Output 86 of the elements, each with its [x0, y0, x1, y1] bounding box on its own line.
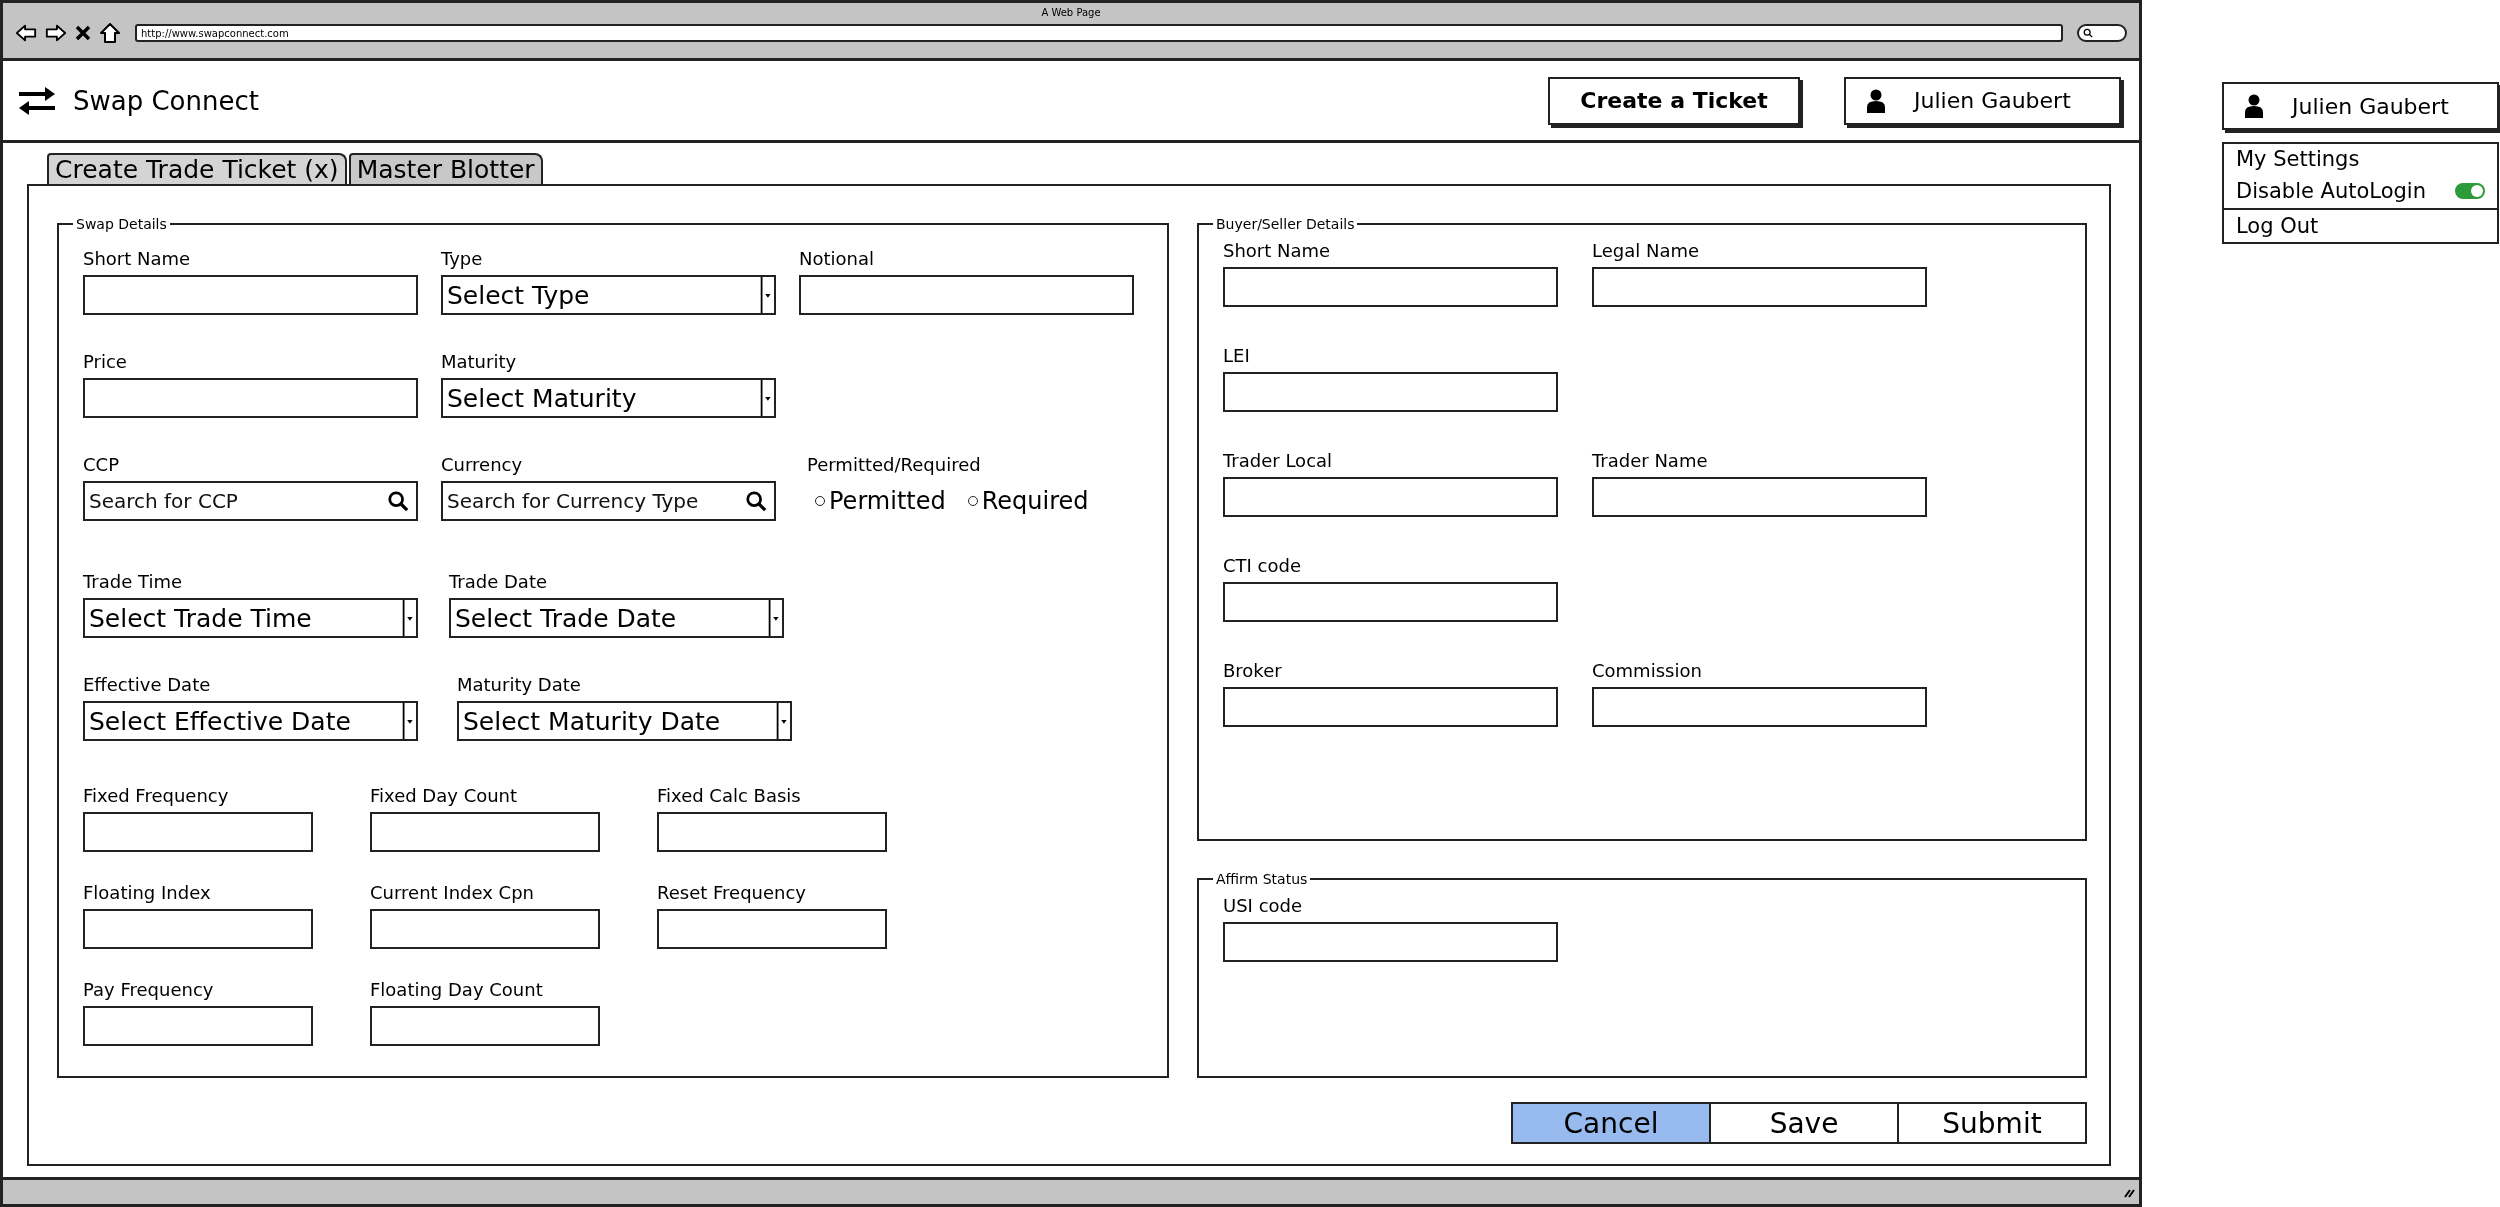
input-field[interactable] — [83, 812, 313, 852]
field-label: Type — [441, 248, 484, 269]
input-field[interactable] — [370, 1006, 600, 1046]
field-label: Broker — [1223, 660, 1283, 681]
input-field[interactable] — [1223, 582, 1558, 622]
input-field[interactable] — [83, 909, 313, 949]
field-label: Permitted/Required — [807, 454, 982, 475]
input-field[interactable] — [1223, 922, 1558, 962]
section-title: Swap Details — [75, 216, 168, 232]
user-button[interactable]: Julien Gaubert — [1844, 76, 2121, 125]
field-label: Trader Local — [1223, 450, 1334, 471]
select-field[interactable]: Select Type — [441, 275, 776, 315]
create-ticket-button[interactable]: Create a Ticket — [1548, 76, 1800, 125]
select-field[interactable]: Select Effective Date — [83, 701, 418, 741]
section-title: Affirm Status — [1215, 871, 1309, 887]
field-label: Price — [83, 351, 128, 372]
field-label: Legal Name — [1592, 240, 1701, 261]
action-button[interactable]: Save — [1709, 1102, 1899, 1144]
input-field[interactable] — [83, 1006, 313, 1046]
field-label: Short Name — [1223, 240, 1332, 261]
input-field[interactable] — [1592, 687, 1927, 727]
field-label: Effective Date — [83, 674, 212, 695]
app-title: Swap Connect — [73, 85, 259, 116]
field-label: Pay Frequency — [83, 979, 215, 1000]
field-label: Fixed Day Count — [370, 785, 519, 806]
field-label: LEI — [1223, 345, 1251, 366]
field-label: USI code — [1223, 895, 1304, 916]
field-label: CCP — [83, 454, 120, 475]
select-field[interactable]: Select Maturity — [441, 378, 776, 418]
tab[interactable]: Master Blotter — [348, 153, 543, 184]
select-field[interactable]: Select Trade Time — [83, 598, 418, 638]
back-icon[interactable] — [15, 23, 37, 43]
field-label: CTI code — [1223, 555, 1302, 576]
field-label: Maturity Date — [457, 674, 582, 695]
tab[interactable]: Create Trade Ticket (x) — [47, 153, 347, 184]
input-field[interactable] — [370, 812, 600, 852]
input-field[interactable] — [1223, 687, 1558, 727]
action-button[interactable]: Cancel — [1511, 1102, 1711, 1144]
input-field[interactable] — [83, 378, 418, 418]
search-icon — [745, 490, 767, 512]
window-title: A Web Page — [1040, 6, 1102, 19]
url-field[interactable]: http://www.swapconnect.com — [135, 24, 2063, 42]
input-field[interactable] — [657, 909, 887, 949]
input-field[interactable] — [1592, 477, 1927, 517]
input-field[interactable] — [1223, 477, 1558, 517]
input-field[interactable] — [657, 812, 887, 852]
field-label: Short Name — [83, 248, 192, 269]
search-icon — [2083, 28, 2093, 38]
home-icon[interactable] — [99, 23, 121, 43]
field-label: Maturity — [441, 351, 518, 372]
field-label: Reset Frequency — [657, 882, 807, 903]
field-label: Fixed Calc Basis — [657, 785, 802, 806]
search-icon — [387, 490, 409, 512]
search-field[interactable]: Search for CCP — [83, 481, 418, 521]
swap-arrows-icon — [17, 84, 57, 117]
menu-item[interactable]: Disable AutoLogin — [2236, 179, 2426, 203]
field-label: Fixed Frequency — [83, 785, 230, 806]
search-field[interactable] — [2077, 24, 2127, 42]
section-title: Buyer/Seller Details — [1215, 216, 1356, 232]
radio-option[interactable]: Permitted — [815, 487, 946, 515]
input-field[interactable] — [370, 909, 600, 949]
input-field[interactable] — [1223, 372, 1558, 412]
input-field[interactable] — [1223, 267, 1558, 307]
action-button[interactable]: Submit — [1897, 1102, 2087, 1144]
field-label: Notional — [799, 248, 875, 269]
input-field[interactable] — [1592, 267, 1927, 307]
field-label: Current Index Cpn — [370, 882, 535, 903]
input-field[interactable] — [799, 275, 1134, 315]
select-field[interactable]: Select Maturity Date — [457, 701, 792, 741]
close-icon[interactable] — [75, 25, 91, 41]
person-icon — [2244, 94, 2264, 118]
field-label: Commission — [1592, 660, 1703, 681]
forward-icon[interactable] — [45, 23, 67, 43]
radio-option[interactable]: Required — [967, 487, 1089, 515]
field-label: Floating Day Count — [370, 979, 544, 1000]
select-field[interactable]: Select Trade Date — [449, 598, 784, 638]
field-label: Trade Date — [449, 571, 549, 592]
field-label: Trade Time — [83, 571, 184, 592]
toggle-switch[interactable] — [2455, 183, 2485, 199]
field-label: Floating Index — [83, 882, 212, 903]
field-label: Trader Name — [1592, 450, 1709, 471]
search-field[interactable]: Search for Currency Type — [441, 481, 776, 521]
user-button[interactable]: Julien Gaubert — [2222, 82, 2499, 130]
person-icon — [1866, 88, 1886, 113]
field-label: Currency — [441, 454, 524, 475]
input-field[interactable] — [83, 275, 418, 315]
